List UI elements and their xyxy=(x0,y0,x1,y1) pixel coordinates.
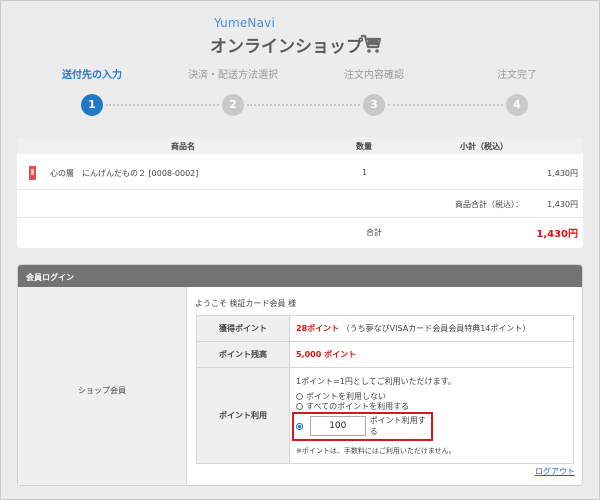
point-use-info: 1ポイント=1円としてご利用いただけます。 xyxy=(296,376,456,386)
points-amount-input[interactable] xyxy=(309,416,366,436)
radio-no-points[interactable] xyxy=(296,393,303,400)
row-divider xyxy=(17,189,583,190)
order-items-header: 商品名 数量 小計（税込） xyxy=(17,137,583,154)
member-type-cell: ショップ会員 xyxy=(18,287,187,485)
earned-points-cell: 28ポイント （うち夢なびVISAカード会員会員特典14ポイント） xyxy=(289,315,574,342)
earned-points-note: （うち夢なびVISAカード会員会員特典14ポイント） xyxy=(341,324,531,333)
point-balance-value: 5,000 ポイント xyxy=(296,350,357,359)
step-4-label: 注文完了 xyxy=(497,70,537,81)
earned-points-label: 獲得ポイント xyxy=(196,315,290,342)
col-header-name: 商品名 xyxy=(171,142,195,151)
step-connector xyxy=(247,104,360,106)
step-connector xyxy=(106,104,219,106)
product-qty: 1 xyxy=(362,168,368,177)
point-balance-label: ポイント残高 xyxy=(196,341,290,368)
product-thumbnail[interactable] xyxy=(29,166,36,180)
order-items-card: 商品名 数量 小計（税込） 心の層 にんげんだもの２ [0008-0002] 1… xyxy=(17,137,583,248)
option-no-points[interactable]: ポイントを利用しない xyxy=(296,392,573,402)
points-table: 獲得ポイント 28ポイント （うち夢なびVISAカード会員会員特典14ポイント）… xyxy=(196,315,574,464)
option-all-points[interactable]: すべてのポイントを利用する xyxy=(296,402,573,412)
step-1-label: 送付先の入力 xyxy=(62,70,122,81)
item-total-value: 1,430円 xyxy=(547,200,578,209)
total-value: 1,430円 xyxy=(536,229,578,240)
row-divider xyxy=(17,217,583,218)
step-3-label: 注文内容確認 xyxy=(344,70,404,81)
point-use-label: ポイント利用 xyxy=(196,367,290,464)
logout-link[interactable]: ログアウト xyxy=(535,466,575,477)
step-4-circle: 4 xyxy=(506,94,528,116)
item-total-label: 商品合計（税込）： xyxy=(455,200,523,209)
radio-all-points[interactable] xyxy=(296,403,303,410)
member-type-label: ショップ会員 xyxy=(78,386,126,395)
checkout-steps: 送付先の入力 決済・配送方法選択 注文内容確認 注文完了 1 2 3 4 xyxy=(0,66,600,126)
welcome-message: ようこそ 検証カード会員 様 xyxy=(195,299,297,308)
member-section-title: 会員ログイン xyxy=(18,265,582,287)
brand-name: YumeNavi xyxy=(214,16,275,30)
partial-points-highlight: ポイント利用する xyxy=(292,411,433,441)
product-name: 心の層 にんげんだもの２ [0008-0002] xyxy=(50,169,199,178)
option-all-points-label[interactable]: すべてのポイントを利用する xyxy=(306,401,409,412)
step-connector xyxy=(388,104,503,106)
product-price: 1,430円 xyxy=(547,169,578,178)
point-balance-cell: 5,000 ポイント xyxy=(289,341,574,368)
member-login-card: 会員ログイン ショップ会員 ようこそ 検証カード会員 様 獲得ポイント 28ポイ… xyxy=(17,264,583,486)
shop-title: オンラインショップ xyxy=(210,37,363,57)
step-3-circle: 3 xyxy=(363,94,385,116)
earned-points-value: 28ポイント xyxy=(296,324,340,333)
partial-points-label[interactable]: ポイント利用する xyxy=(370,415,431,437)
col-header-qty: 数量 xyxy=(356,142,372,151)
col-header-subtotal: 小計（税込） xyxy=(460,142,508,151)
radio-partial-points[interactable] xyxy=(296,422,303,430)
total-label: 合計 xyxy=(366,228,382,237)
point-use-cell: 1ポイント=1円としてご利用いただけます。 ポイントを利用しない すべてのポイン… xyxy=(289,367,574,464)
step-1-circle: 1 xyxy=(81,94,103,116)
step-2-label: 決済・配送方法選択 xyxy=(188,70,278,81)
cart-icon xyxy=(361,34,382,53)
step-2-circle: 2 xyxy=(222,94,244,116)
points-note: ※ポイントは、手数料にはご利用いただけません。 xyxy=(296,446,456,455)
